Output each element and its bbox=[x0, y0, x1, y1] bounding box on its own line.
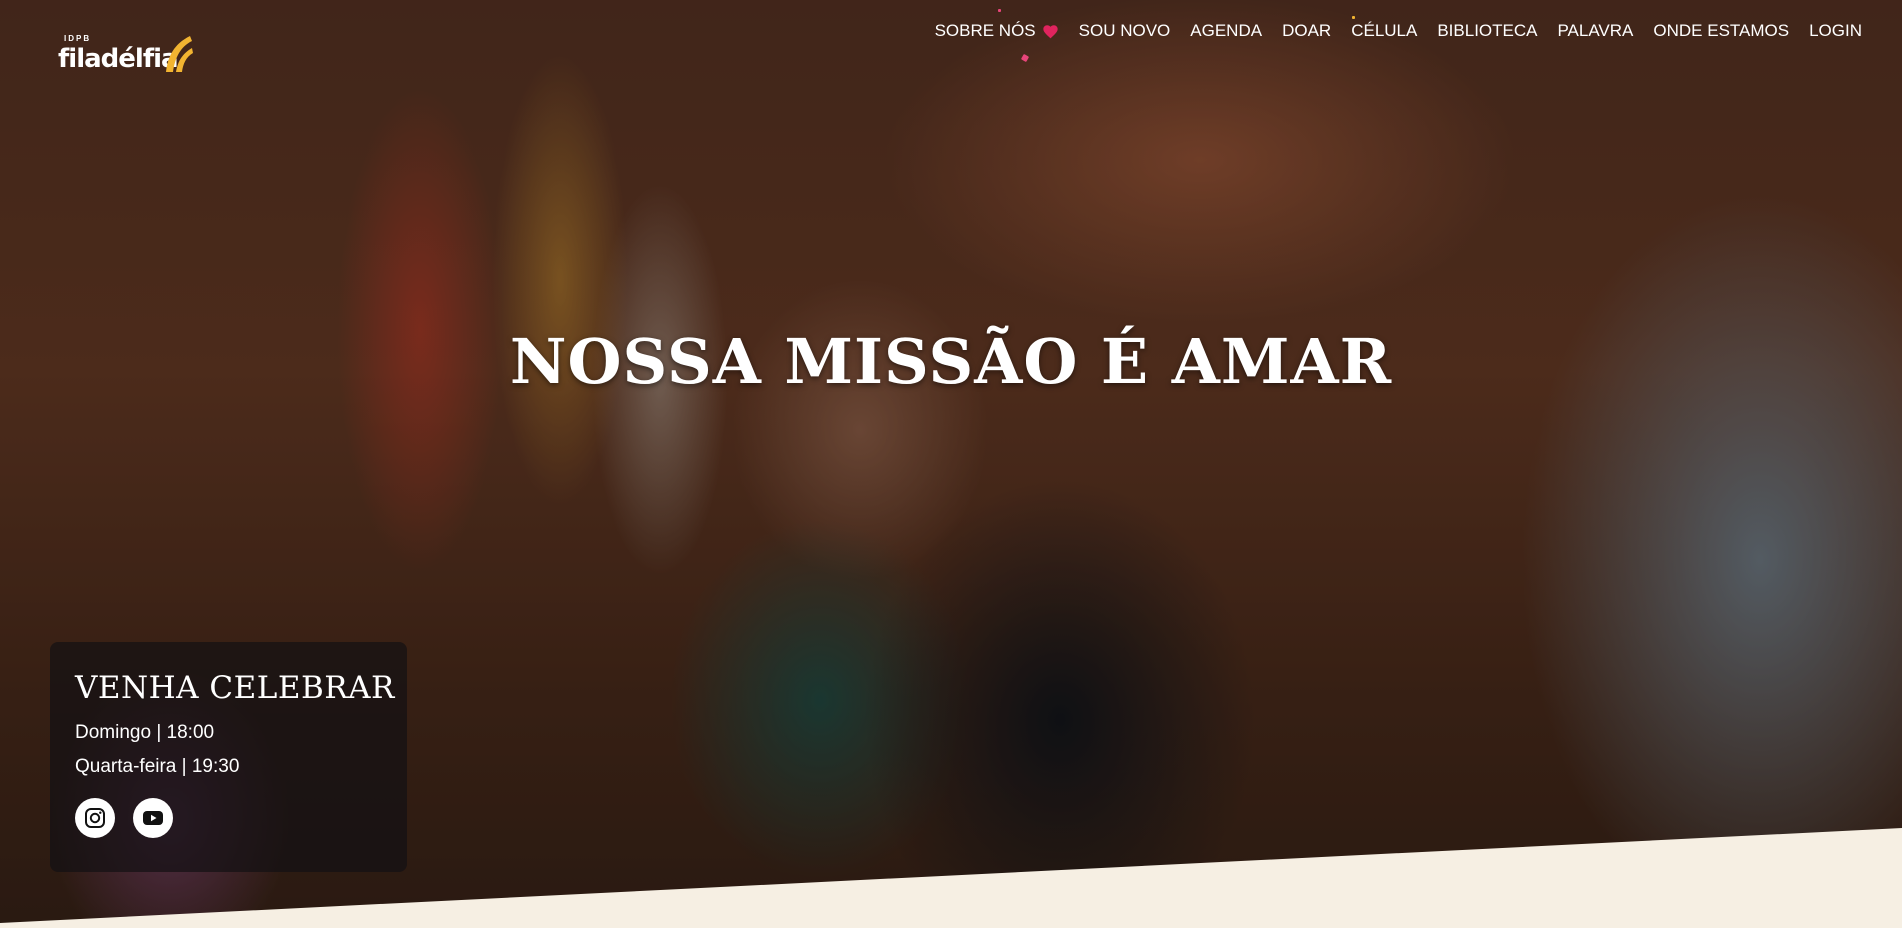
nav-item-label: SOBRE NÓS bbox=[934, 21, 1036, 40]
schedule-sunday: Domingo | 18:00 bbox=[75, 722, 215, 743]
nav-item-onde-estamos[interactable]: ONDE ESTAMOS bbox=[1653, 21, 1789, 41]
main-nav: SOBRE NÓS SOU NOVO AGENDA DOAR CÉLULA BI… bbox=[935, 21, 1862, 41]
nav-item-doar[interactable]: DOAR bbox=[1282, 21, 1331, 41]
confetti-dot bbox=[998, 9, 1001, 12]
nav-item-palavra[interactable]: PALAVRA bbox=[1557, 21, 1633, 41]
instagram-button[interactable] bbox=[75, 798, 115, 838]
site-logo[interactable]: IDPB filadélfia bbox=[58, 34, 198, 80]
logo-pretitle: IDPB bbox=[64, 34, 92, 43]
confetti-dot bbox=[1352, 16, 1355, 19]
logo-accent-mark bbox=[166, 36, 193, 72]
heart-icon bbox=[1042, 24, 1058, 38]
social-links bbox=[75, 798, 382, 838]
nav-item-agenda[interactable]: AGENDA bbox=[1190, 21, 1262, 41]
celebrate-title: VENHA CELEBRAR bbox=[75, 670, 395, 706]
instagram-icon bbox=[85, 808, 105, 828]
hero-section: IDPB filadélfia SOBRE NÓS SOU NOVO AGEND… bbox=[0, 0, 1902, 928]
nav-item-celula[interactable]: CÉLULA bbox=[1351, 21, 1417, 41]
youtube-icon bbox=[143, 811, 163, 825]
schedule-wednesday: Quarta-feira | 19:30 bbox=[75, 756, 240, 777]
nav-item-biblioteca[interactable]: BIBLIOTECA bbox=[1437, 21, 1537, 41]
celebrate-card: VENHA CELEBRAR Domingo | 18:00 Quarta-fe… bbox=[50, 642, 407, 872]
nav-item-sobre-nos[interactable]: SOBRE NÓS bbox=[935, 21, 1059, 41]
youtube-button[interactable] bbox=[133, 798, 173, 838]
nav-item-sou-novo[interactable]: SOU NOVO bbox=[1079, 21, 1171, 41]
hero-title: NOSSA MISSÃO É AMAR bbox=[509, 325, 1393, 398]
nav-item-login[interactable]: LOGIN bbox=[1809, 21, 1862, 41]
